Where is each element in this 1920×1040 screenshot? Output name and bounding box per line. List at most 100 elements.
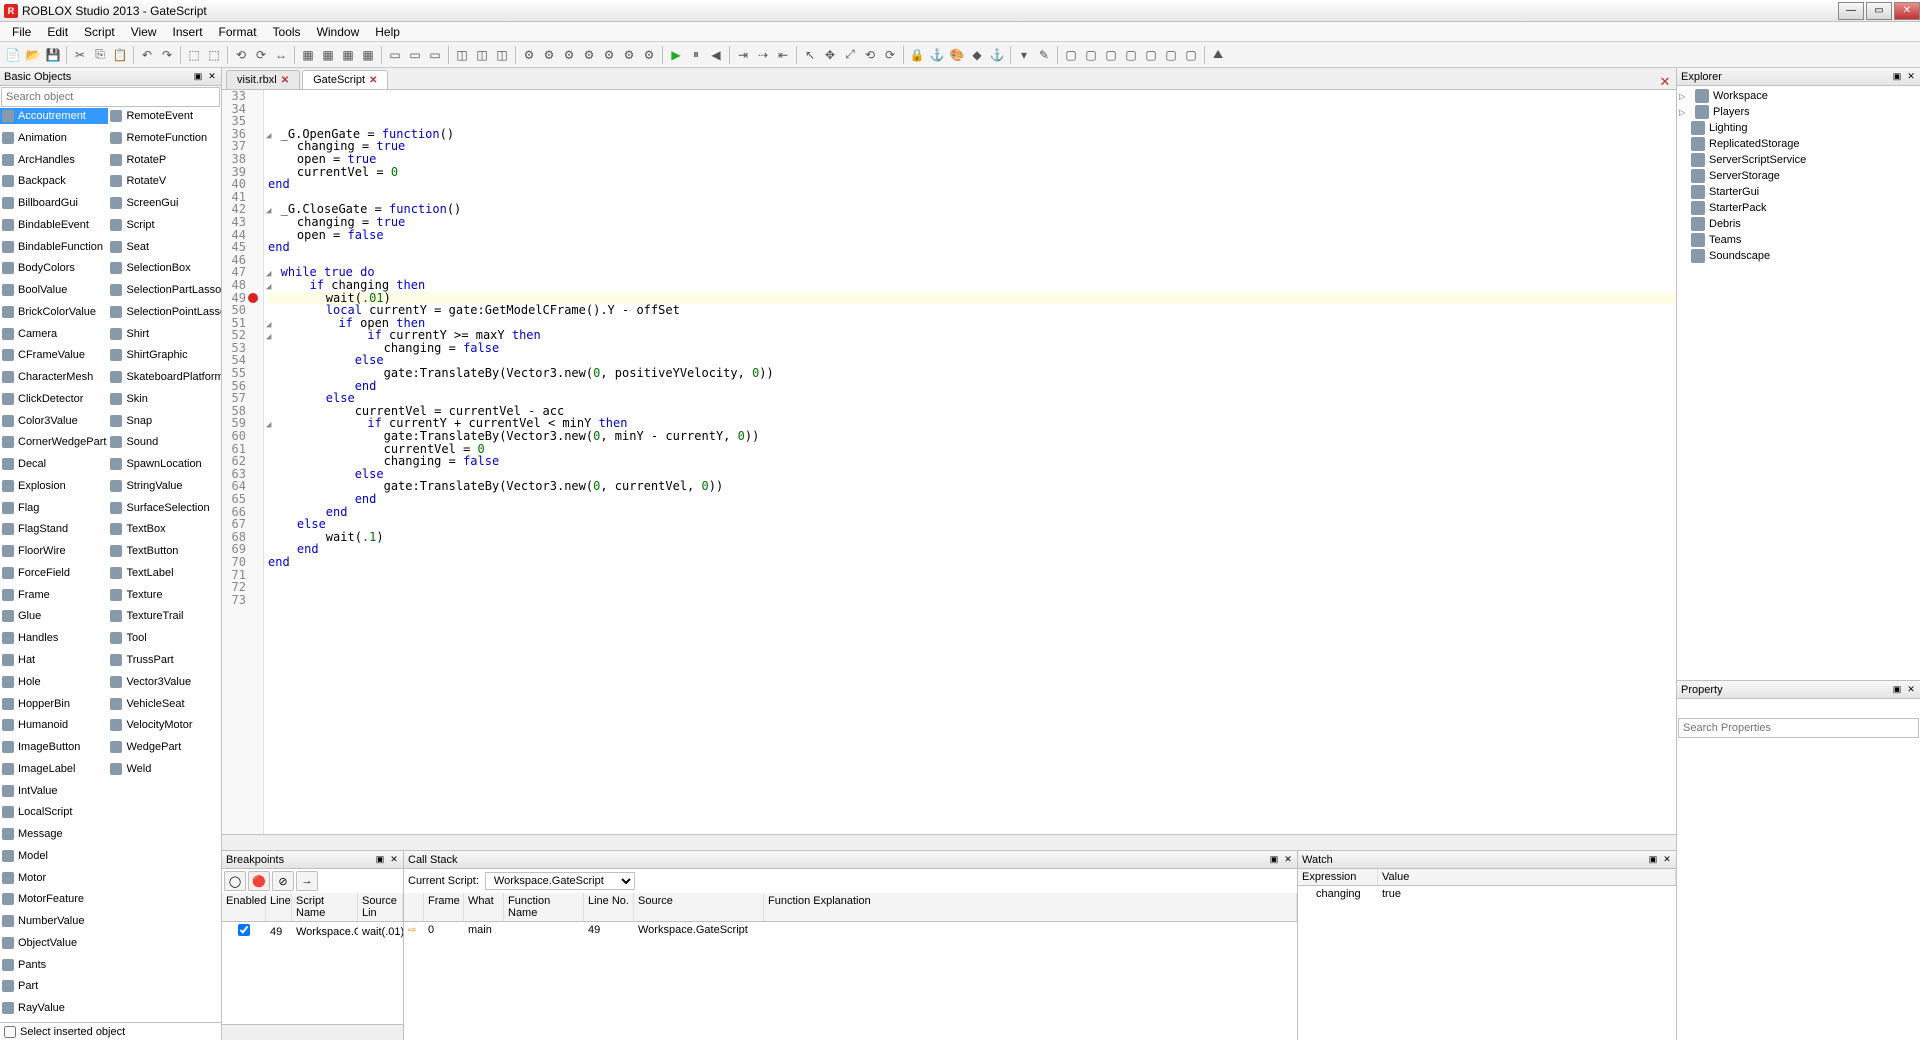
cut-icon[interactable]: ✂ <box>71 46 89 64</box>
object-item[interactable]: RayValue <box>0 1000 108 1016</box>
menu-format[interactable]: Format <box>211 23 265 41</box>
bp-goto-icon[interactable]: → <box>296 871 318 891</box>
object-item[interactable]: RotateP <box>108 152 221 168</box>
object-item[interactable]: ImageButton <box>0 739 108 755</box>
object-item[interactable]: Part <box>0 978 108 994</box>
tree-item-startergui[interactable]: StarterGui <box>1679 184 1918 200</box>
tool5-icon[interactable]: ⚙ <box>600 46 618 64</box>
col-source[interactable]: Source <box>634 893 764 921</box>
object-item[interactable]: BindableFunction <box>0 239 108 255</box>
surf2-icon[interactable]: ▢ <box>1082 46 1100 64</box>
current-script-select[interactable]: Workspace.GateScript <box>485 872 635 890</box>
code-line[interactable] <box>268 569 1676 582</box>
grid4-icon[interactable]: ▦ <box>359 46 377 64</box>
split3-icon[interactable]: ◫ <box>493 46 511 64</box>
grid2-icon[interactable]: ▦ <box>319 46 337 64</box>
col-frame[interactable]: Frame <box>424 893 464 921</box>
scale-tool-icon[interactable]: ⤢ <box>841 46 859 64</box>
code-line[interactable]: gate:TranslateBy(Vector3.new(0, currentV… <box>268 480 1676 493</box>
terrain-icon[interactable]: ⛰ <box>1209 46 1227 64</box>
step-in-icon[interactable]: ⇥ <box>734 46 752 64</box>
object-item[interactable]: SelectionPartLasso <box>108 282 221 298</box>
bp-enabled-checkbox[interactable] <box>238 924 250 936</box>
object-item[interactable]: SurfaceSelection <box>108 500 221 516</box>
object-item[interactable]: MotorFeature <box>0 891 108 907</box>
code-line[interactable]: end <box>268 380 1676 393</box>
select-inserted-checkbox[interactable] <box>4 1026 16 1038</box>
object-item[interactable]: Backpack <box>0 173 108 189</box>
panel-close-icon[interactable]: ✕ <box>1904 683 1918 697</box>
object-item[interactable]: SelectionPointLasso <box>108 304 221 320</box>
tree-item-players[interactable]: Players <box>1679 104 1918 120</box>
object-item[interactable]: FloorWire <box>0 543 108 559</box>
object-item[interactable]: CharacterMesh <box>0 369 108 385</box>
step-back-icon[interactable]: ◀ <box>707 46 725 64</box>
object-item[interactable] <box>108 891 221 907</box>
surf7-icon[interactable]: ▢ <box>1182 46 1200 64</box>
object-item[interactable]: Model <box>0 848 108 864</box>
object-item[interactable]: CFrameValue <box>0 347 108 363</box>
pause-icon[interactable]: ⏸ <box>687 46 705 64</box>
watch-row[interactable]: changing true <box>1298 886 1676 902</box>
search-objects-input[interactable] <box>1 87 220 107</box>
bp-delete-icon[interactable]: 🔴 <box>248 871 270 891</box>
object-item[interactable]: TextBox <box>108 521 221 537</box>
code-line[interactable]: changing = true <box>268 140 1676 153</box>
object-item[interactable] <box>108 1000 221 1016</box>
object-item[interactable]: Vector3Value <box>108 674 221 690</box>
col-lineno[interactable]: Line No. <box>584 893 634 921</box>
tree-item-workspace[interactable]: Workspace <box>1679 88 1918 104</box>
object-item[interactable]: FlagStand <box>0 521 108 537</box>
code-line[interactable]: open = true <box>268 153 1676 166</box>
paste-icon[interactable]: 📋 <box>111 46 129 64</box>
menu-help[interactable]: Help <box>367 23 408 41</box>
dropdown-icon[interactable]: ▾ <box>1015 46 1033 64</box>
surf1-icon[interactable]: ▢ <box>1062 46 1080 64</box>
panel-close-icon[interactable]: ✕ <box>1904 70 1918 84</box>
save-icon[interactable]: 💾 <box>44 46 62 64</box>
surf3-icon[interactable]: ▢ <box>1102 46 1120 64</box>
anchor2-icon[interactable]: ⚓ <box>988 46 1006 64</box>
col-func[interactable]: Function Name <box>504 893 584 921</box>
object-item[interactable]: Animation <box>0 130 108 146</box>
code-line[interactable]: end <box>268 556 1676 569</box>
object-item[interactable]: Decal <box>0 456 108 472</box>
object-item[interactable]: SpawnLocation <box>108 456 221 472</box>
code-line[interactable]: end <box>268 493 1676 506</box>
object-item[interactable]: Hat <box>0 652 108 668</box>
tree-item-serverscriptservice[interactable]: ServerScriptService <box>1679 152 1918 168</box>
object-item[interactable]: BindableEvent <box>0 217 108 233</box>
tree-item-teams[interactable]: Teams <box>1679 232 1918 248</box>
object-item[interactable]: Humanoid <box>0 717 108 733</box>
object-item[interactable] <box>108 935 221 951</box>
surf4-icon[interactable]: ▢ <box>1122 46 1140 64</box>
col-expression[interactable]: Expression <box>1298 869 1378 885</box>
tool1-icon[interactable]: ⚙ <box>520 46 538 64</box>
menu-script[interactable]: Script <box>76 23 123 41</box>
object-item[interactable]: ObjectValue <box>0 935 108 951</box>
tab-close-icon[interactable]: ✕ <box>369 75 377 86</box>
grid-icon[interactable]: ▦ <box>299 46 317 64</box>
refresh-icon[interactable]: ⟳ <box>881 46 899 64</box>
code-line[interactable]: changing = false <box>268 455 1676 468</box>
object-item[interactable]: TrussPart <box>108 652 221 668</box>
tool3-icon[interactable]: ⚙ <box>560 46 578 64</box>
panel-close-icon[interactable]: ✕ <box>1281 853 1295 867</box>
search-properties-input[interactable] <box>1678 718 1919 738</box>
close-button[interactable]: ✕ <box>1894 2 1920 20</box>
tool7-icon[interactable]: ⚙ <box>640 46 658 64</box>
object-item[interactable]: LocalScript <box>0 804 108 820</box>
object-item[interactable]: Tool <box>108 630 221 646</box>
ungroup-icon[interactable]: ⬚ <box>205 46 223 64</box>
object-item[interactable]: RemoteEvent <box>108 108 221 124</box>
surf5-icon[interactable]: ▢ <box>1142 46 1160 64</box>
breakpoint-row[interactable]: 49 Workspace.Gat.. wait(.01) <box>222 922 403 941</box>
code-line[interactable]: ◢ _G.OpenGate = function() <box>268 128 1676 141</box>
code-line[interactable]: gate:TranslateBy(Vector3.new(0, positive… <box>268 367 1676 380</box>
menu-window[interactable]: Window <box>309 23 368 41</box>
object-item[interactable]: RotateV <box>108 173 221 189</box>
tool4-icon[interactable]: ⚙ <box>580 46 598 64</box>
object-item[interactable]: Glue <box>0 608 108 624</box>
surf6-icon[interactable]: ▢ <box>1162 46 1180 64</box>
col-value[interactable]: Value <box>1378 869 1676 885</box>
